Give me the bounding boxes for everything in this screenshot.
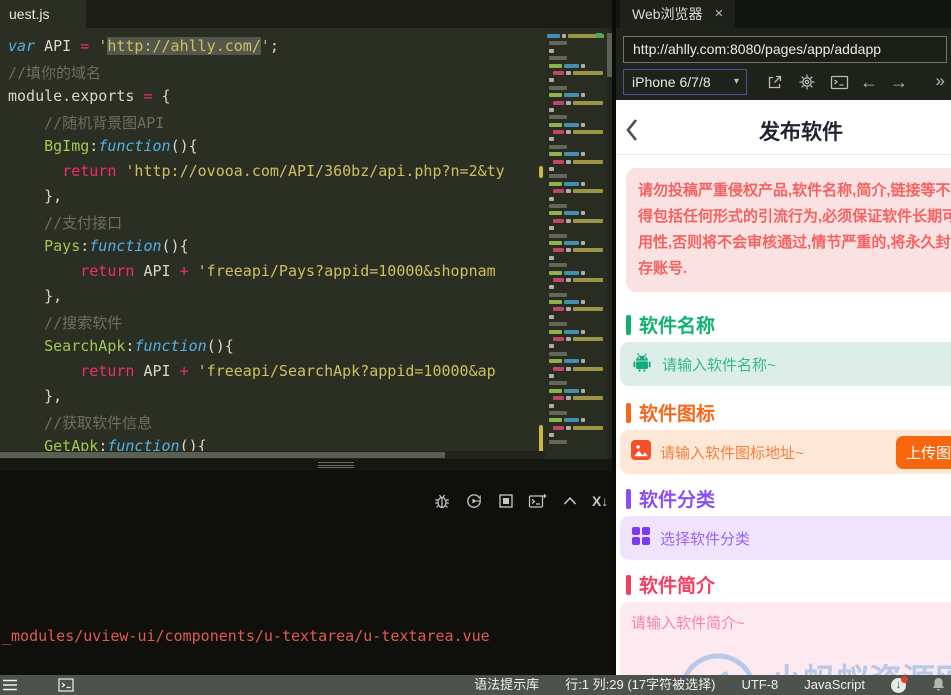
- app-intro-textarea[interactable]: 请输入软件简介~: [620, 602, 951, 675]
- editor-horizontal-scrollbar[interactable]: [0, 451, 545, 459]
- close-icon[interactable]: ×: [715, 0, 724, 28]
- section-title-icon: 软件图标: [626, 399, 715, 426]
- console-panel: X↓ _modules/uview-ui/components/u-textar…: [0, 471, 612, 675]
- statusbar-right: 语法提示库 行:1 列:29 (17字符被选择) UTF-8 JavaScrip…: [474, 675, 945, 695]
- section-bar: [626, 402, 631, 423]
- upload-image-button[interactable]: 上传图片: [896, 436, 951, 469]
- section-bar: [626, 314, 631, 335]
- new-terminal-icon[interactable]: [528, 491, 547, 510]
- hbuilderx-window: uest.js Web浏览器 × var API = 'http://ahlly…: [0, 0, 951, 695]
- android-icon: [631, 351, 653, 377]
- more-tools-icon[interactable]: »: [936, 71, 945, 91]
- app-intro-placeholder: 请输入软件简介~: [631, 615, 745, 632]
- back-arrow-icon[interactable]: ←: [859, 72, 879, 92]
- section-title-category: 软件分类: [626, 485, 715, 512]
- app-navbar: 发布软件: [616, 103, 951, 155]
- section-bar: [626, 574, 631, 595]
- url-input[interactable]: http://ahlly.com:8080/pages/app/addapp: [623, 36, 947, 63]
- menu-icon[interactable]: [3, 679, 17, 694]
- image-icon: [631, 440, 651, 464]
- editor-tabbar: uest.js: [0, 0, 612, 28]
- encoding-status[interactable]: UTF-8: [741, 675, 778, 695]
- terminal-icon[interactable]: [58, 678, 74, 695]
- section-title-intro: 软件简介: [626, 571, 715, 598]
- app-page: 请勿投稿严重侵权产品,软件名称,简介,链接等不得包括任何形式的引流行为,必须保证…: [616, 156, 951, 675]
- minimap[interactable]: [539, 28, 607, 459]
- splitter-grip[interactable]: [318, 462, 354, 468]
- code-editor[interactable]: var API = 'http://ahlly.com/';//填你的域名 mod…: [0, 28, 612, 459]
- tab-request-js[interactable]: uest.js: [0, 0, 86, 28]
- statusbar: 语法提示库 行:1 列:29 (17字符被选择) UTF-8 JavaScrip…: [0, 675, 951, 695]
- update-notification-icon[interactable]: ↓: [891, 675, 908, 693]
- syntax-library-status[interactable]: 语法提示库: [474, 675, 539, 695]
- notice-banner: 请勿投稿严重侵权产品,软件名称,简介,链接等不得包括任何形式的引流行为,必须保证…: [626, 168, 951, 292]
- web-preview: 发布软件 请勿投稿严重侵权产品,软件名称,简介,链接等不得包括任何形式的引流行为…: [616, 100, 951, 675]
- section-title-name: 软件名称: [626, 311, 715, 338]
- device-row: iPhone 6/7/8 ▾ ← → »: [623, 69, 947, 96]
- chevron-down-icon: ▾: [733, 76, 739, 87]
- browser-tabbar: Web浏览器 ×: [616, 0, 951, 28]
- grid-icon: [631, 526, 651, 550]
- gear-icon[interactable]: [797, 72, 817, 92]
- console-line: _modules/uview-ui/components/u-textarea/…: [2, 627, 490, 645]
- page-title: 发布软件: [759, 121, 843, 144]
- stop-icon[interactable]: [496, 491, 515, 510]
- forward-arrow-icon[interactable]: →: [889, 72, 909, 92]
- cursor-position-status[interactable]: 行:1 列:29 (17字符被选择): [565, 675, 715, 695]
- app-name-input[interactable]: 请输入软件名称~: [620, 342, 951, 386]
- language-status[interactable]: JavaScript: [804, 675, 865, 695]
- minimap-warning-marker: [539, 166, 543, 178]
- debug-bug-icon[interactable]: [432, 491, 451, 510]
- code-area[interactable]: var API = 'http://ahlly.com/';//填你的域名 mod…: [0, 28, 545, 451]
- app-category-placeholder: 选择软件分类: [660, 530, 751, 548]
- tab-request-js-label: uest.js: [9, 6, 50, 22]
- editor-console-splitter[interactable]: [0, 459, 612, 471]
- scrollbar-selection-tick: [596, 33, 602, 38]
- app-name-placeholder: 请输入软件名称~: [662, 356, 776, 374]
- device-select[interactable]: iPhone 6/7/8 ▾: [623, 69, 747, 95]
- open-external-icon[interactable]: [764, 72, 784, 92]
- browser-toolbar: http://ahlly.com:8080/pages/app/addapp i…: [616, 28, 951, 100]
- editor-horizontal-scrollbar-thumb[interactable]: [0, 452, 445, 458]
- device-select-value: iPhone 6/7/8: [632, 74, 711, 90]
- app-icon-placeholder: 请输入软件图标地址~: [660, 444, 804, 462]
- collapse-panel-icon[interactable]: [560, 491, 579, 510]
- bell-icon[interactable]: [932, 677, 945, 694]
- app-category-select[interactable]: 选择软件分类: [620, 516, 951, 560]
- restart-icon[interactable]: [464, 491, 483, 510]
- console-icon[interactable]: [829, 72, 849, 92]
- console-toolbar: X↓: [432, 491, 608, 510]
- clear-console-icon[interactable]: X↓: [592, 493, 608, 509]
- section-bar: [626, 488, 631, 509]
- tab-web-browser[interactable]: Web浏览器 ×: [620, 0, 736, 28]
- tab-web-browser-label: Web浏览器: [632, 6, 703, 22]
